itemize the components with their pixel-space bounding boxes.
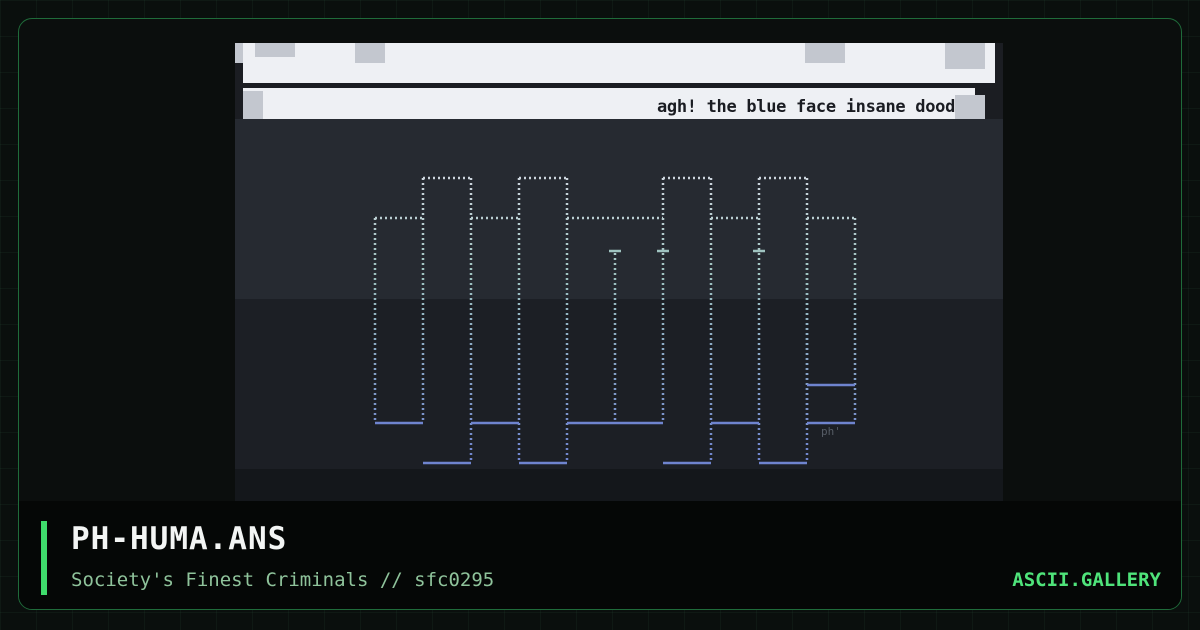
ansi-artwork: agh! the blue face insane dood ph' [235,43,1003,519]
artist-tag: ph' [821,425,841,438]
ansi-glyph-logo [373,176,857,465]
page-title: PH-HUMA.ANS [71,521,288,557]
info-panel: PH-HUMA.ANS Society's Finest Criminals /… [19,501,1181,609]
gallery-card: agh! the blue face insane dood ph' PH-HU… [18,18,1182,610]
group-subtitle: Society's Finest Criminals // sfc0295 [71,569,495,591]
brand-link[interactable]: ASCII.GALLERY [1012,569,1161,591]
accent-bar [41,521,47,595]
